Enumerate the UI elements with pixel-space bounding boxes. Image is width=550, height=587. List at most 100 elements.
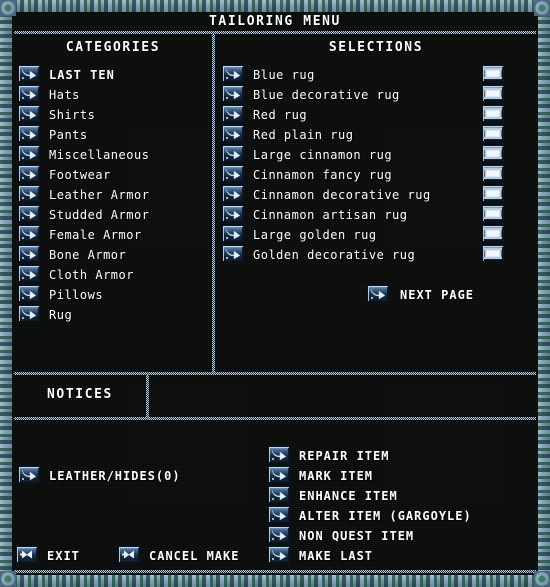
selection-preview-button[interactable] bbox=[482, 245, 504, 262]
action-label: ENHANCE ITEM bbox=[299, 489, 398, 503]
separator-panels-vertical bbox=[212, 34, 215, 372]
selection-preview-button[interactable] bbox=[482, 65, 504, 82]
selection-button-large-golden-rug[interactable] bbox=[222, 225, 244, 242]
arrow-right-icon bbox=[225, 208, 241, 220]
cancel-make-button[interactable] bbox=[118, 546, 140, 563]
arrow-right-icon bbox=[21, 128, 37, 140]
rug-preview-icon bbox=[484, 148, 502, 159]
arrow-right-icon bbox=[225, 188, 241, 200]
arrow-right-icon bbox=[271, 449, 287, 461]
next-page-label: NEXT PAGE bbox=[400, 288, 475, 302]
action-button-non-quest-item[interactable] bbox=[268, 526, 290, 543]
selection-preview-button[interactable] bbox=[482, 85, 504, 102]
category-label: Hats bbox=[49, 88, 80, 102]
next-page-button[interactable] bbox=[367, 285, 389, 302]
window-frame-corner-top-right bbox=[534, 0, 550, 16]
arrow-right-icon bbox=[225, 148, 241, 160]
rug-preview-icon bbox=[484, 68, 502, 79]
selections-panel-header: SELECTIONS bbox=[328, 40, 424, 55]
separator-notices-vertical bbox=[146, 375, 149, 417]
category-button-pants[interactable] bbox=[18, 125, 40, 142]
action-label: MAKE LAST bbox=[299, 549, 374, 563]
arrow-right-icon bbox=[271, 489, 287, 501]
categories-panel-header: CATEGORIES bbox=[65, 40, 161, 55]
window-frame-bottom bbox=[0, 575, 550, 587]
arrow-right-icon bbox=[21, 208, 37, 220]
action-label: MARK ITEM bbox=[299, 469, 374, 483]
arrow-right-icon bbox=[21, 68, 37, 80]
selection-label: Red rug bbox=[253, 108, 308, 122]
selection-button-cinnamon-decorative-rug[interactable] bbox=[222, 185, 244, 202]
action-label: ALTER ITEM (GARGOYLE) bbox=[299, 509, 472, 523]
selection-preview-button[interactable] bbox=[482, 185, 504, 202]
rug-preview-icon bbox=[484, 228, 502, 239]
action-button-repair-item[interactable] bbox=[268, 446, 290, 463]
action-button-alter-item-gargoyle-[interactable] bbox=[268, 506, 290, 523]
selection-button-cinnamon-fancy-rug[interactable] bbox=[222, 165, 244, 182]
tailoring-menu-window: TAILORING MENU CATEGORIES SELECTIONS NOT… bbox=[0, 0, 550, 587]
separator-below-title bbox=[14, 31, 536, 34]
category-button-shirts[interactable] bbox=[18, 105, 40, 122]
x-close-icon bbox=[122, 550, 134, 559]
arrow-right-icon bbox=[271, 529, 287, 541]
category-button-rug[interactable] bbox=[18, 305, 40, 322]
selection-button-large-cinnamon-rug[interactable] bbox=[222, 145, 244, 162]
category-label: Leather Armor bbox=[49, 188, 150, 202]
rug-preview-icon bbox=[484, 168, 502, 179]
action-button-make-last[interactable] bbox=[268, 546, 290, 563]
selection-preview-button[interactable] bbox=[482, 225, 504, 242]
selection-label: Cinnamon artisan rug bbox=[253, 208, 408, 222]
selection-button-cinnamon-artisan-rug[interactable] bbox=[222, 205, 244, 222]
rug-preview-icon bbox=[484, 208, 502, 219]
window-frame-corner-bottom-right bbox=[534, 571, 550, 587]
arrow-right-icon bbox=[225, 168, 241, 180]
category-button-leather-armor[interactable] bbox=[18, 185, 40, 202]
selection-preview-button[interactable] bbox=[482, 145, 504, 162]
action-button-mark-item[interactable] bbox=[268, 466, 290, 483]
category-button-footwear[interactable] bbox=[18, 165, 40, 182]
category-button-bone-armor[interactable] bbox=[18, 245, 40, 262]
category-label: LAST TEN bbox=[49, 68, 115, 82]
arrow-right-icon bbox=[225, 68, 241, 80]
arrow-right-icon bbox=[271, 509, 287, 521]
arrow-right-icon bbox=[21, 148, 37, 160]
selection-button-golden-decorative-rug[interactable] bbox=[222, 245, 244, 262]
rug-preview-icon bbox=[484, 248, 502, 259]
category-label: Bone Armor bbox=[49, 248, 127, 262]
selection-label: Cinnamon decorative rug bbox=[253, 188, 431, 202]
arrow-right-icon bbox=[21, 108, 37, 120]
selection-button-red-plain-rug[interactable] bbox=[222, 125, 244, 142]
arrow-right-icon bbox=[225, 108, 241, 120]
category-label: Footwear bbox=[49, 168, 111, 182]
resource-button-leather-hides[interactable] bbox=[18, 466, 40, 483]
selection-preview-button[interactable] bbox=[482, 165, 504, 182]
exit-button[interactable] bbox=[16, 546, 38, 563]
arrow-right-icon bbox=[21, 88, 37, 100]
category-label: Pants bbox=[49, 128, 88, 142]
category-button-miscellaneous[interactable] bbox=[18, 145, 40, 162]
category-button-studded-armor[interactable] bbox=[18, 205, 40, 222]
selection-preview-button[interactable] bbox=[482, 205, 504, 222]
rug-preview-icon bbox=[484, 108, 502, 119]
category-label: Female Armor bbox=[49, 228, 142, 242]
selection-button-red-rug[interactable] bbox=[222, 105, 244, 122]
category-button-pillows[interactable] bbox=[18, 285, 40, 302]
category-button-last-ten[interactable] bbox=[18, 65, 40, 82]
window-frame-top bbox=[0, 0, 550, 12]
action-button-enhance-item[interactable] bbox=[268, 486, 290, 503]
selection-label: Red plain rug bbox=[253, 128, 354, 142]
selection-label: Large golden rug bbox=[253, 228, 377, 242]
arrow-right-icon bbox=[21, 228, 37, 240]
selection-button-blue-rug[interactable] bbox=[222, 65, 244, 82]
arrow-right-icon bbox=[21, 308, 37, 320]
category-button-cloth-armor[interactable] bbox=[18, 265, 40, 282]
category-button-hats[interactable] bbox=[18, 85, 40, 102]
separator-above-notices bbox=[14, 372, 536, 375]
category-button-female-armor[interactable] bbox=[18, 225, 40, 242]
selection-button-blue-decorative-rug[interactable] bbox=[222, 85, 244, 102]
notices-panel-header: NOTICES bbox=[47, 387, 113, 402]
arrow-right-icon bbox=[370, 288, 386, 300]
selection-preview-button[interactable] bbox=[482, 125, 504, 142]
selection-preview-button[interactable] bbox=[482, 105, 504, 122]
arrow-right-icon bbox=[225, 248, 241, 260]
